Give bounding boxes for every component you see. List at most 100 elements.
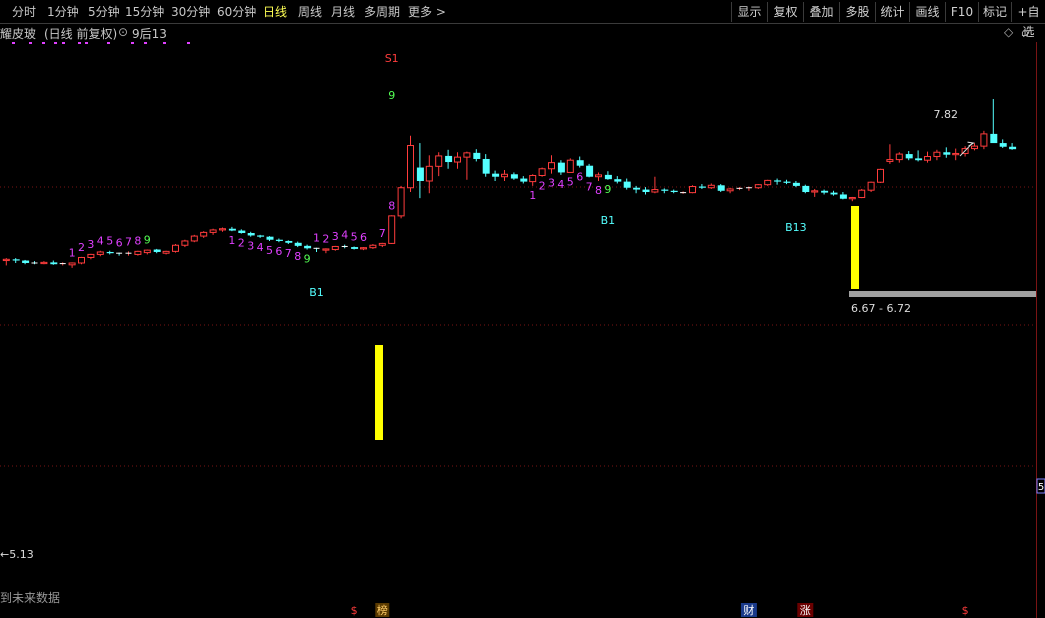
- toolbar-button-1[interactable]: 复权: [767, 2, 803, 22]
- tab-period-3[interactable]: 15分钟: [125, 4, 164, 20]
- indicator-name[interactable]: 9后13: [132, 25, 167, 42]
- candle-body-82: [774, 180, 782, 182]
- candle-body-86: [811, 190, 819, 193]
- tab-period-4[interactable]: 30分钟: [171, 4, 210, 20]
- top-dot-5: [78, 42, 81, 44]
- candle-body-59: [557, 162, 565, 173]
- candle-body-44: [416, 167, 424, 182]
- candle-body-62: [586, 165, 594, 177]
- toolbar-button-0[interactable]: 显示: [731, 2, 767, 22]
- top-dot-11: [187, 42, 190, 44]
- candle-body-85: [802, 185, 810, 193]
- candle-body-21: [200, 231, 208, 237]
- candle-body-60: [566, 159, 574, 173]
- candle-body-66: [623, 181, 631, 188]
- signal-marker-23: 5: [351, 230, 358, 243]
- candle-body-30: [285, 240, 293, 243]
- candle-body-38: [360, 247, 367, 250]
- signal-marker-4: 5: [106, 235, 113, 248]
- candle-body-42: [397, 187, 405, 217]
- price-low-label: ←5.13: [0, 548, 34, 561]
- candle-body-105: [990, 133, 998, 144]
- candle-body-19: [181, 240, 189, 246]
- candle-body-65: [614, 179, 622, 182]
- up-icon[interactable]: ⌂: [1021, 25, 1029, 39]
- zone-range-label: 6.67 - 6.72: [851, 302, 911, 315]
- signal-marker-10: 2: [238, 237, 245, 250]
- tab-period-5[interactable]: 60分钟: [217, 4, 256, 20]
- top-dot-4: [62, 42, 65, 44]
- candle-body-47: [445, 155, 453, 163]
- signal-marker-13: 5: [266, 244, 273, 257]
- signal-marker-38: B1: [601, 214, 616, 227]
- tab-period-6[interactable]: 日线: [263, 4, 287, 20]
- candle-body-35: [331, 245, 339, 251]
- candle-body-24: [228, 228, 236, 231]
- signal-marker-17: 9: [304, 253, 311, 266]
- signal-marker-5: 6: [116, 237, 123, 250]
- candle-body-22: [209, 229, 217, 233]
- toolbar-button-7[interactable]: 标记: [978, 2, 1011, 22]
- signal-marker-2: 3: [87, 238, 94, 251]
- candle-body-18: [172, 244, 179, 252]
- top-dot-9: [144, 42, 147, 44]
- toolbar-button-3[interactable]: 多股: [839, 2, 875, 22]
- candle-body-39: [369, 244, 377, 249]
- candle-body-95: [895, 153, 903, 161]
- candle-body-104: [980, 133, 988, 147]
- candle-body-46: [435, 155, 443, 167]
- toolbar-button-2[interactable]: 叠加: [803, 2, 839, 22]
- candle-body-55: [520, 178, 528, 182]
- candle-body-27: [257, 235, 265, 237]
- candle-body-40: [378, 242, 386, 246]
- candle-body-10: [96, 251, 104, 255]
- tab-period-8[interactable]: 月线: [331, 4, 355, 20]
- toolbar-button-4[interactable]: 统计: [875, 2, 909, 22]
- candle-body-96: [905, 154, 913, 159]
- signal-marker-26: 8: [388, 199, 395, 212]
- axis-price-label: 5: [1038, 482, 1044, 493]
- candle-body-76: [717, 185, 725, 191]
- candle-body-81: [764, 179, 772, 186]
- event-label-1: 榜: [377, 603, 388, 617]
- toolbar-button-8[interactable]: +自选: [1011, 2, 1045, 39]
- toolbar-button-6[interactable]: F10: [945, 2, 978, 22]
- toolbar-button-5[interactable]: 画线: [909, 2, 945, 22]
- signal-marker-32: 4: [557, 178, 564, 191]
- tab-period-0[interactable]: 分时: [12, 4, 36, 20]
- candle-body-91: [858, 189, 866, 199]
- candle-body-94: [886, 159, 894, 162]
- signal-marker-3: 4: [97, 235, 104, 248]
- candle-body-51: [482, 158, 490, 174]
- tab-period-10[interactable]: 更多 >: [408, 4, 446, 20]
- candle-body-1: [12, 259, 20, 261]
- indicator-dropdown-icon[interactable]: ⊙: [118, 25, 128, 39]
- kline-chart[interactable]: 56.67 - 6.721 2 3 4 5 6 7 8 9 1 2 3 4 5 6 7 8 9B11 2 3 4 5 6 78…: [0, 42, 1045, 618]
- future-data-label: 到未来数据: [0, 590, 60, 605]
- candle-body-4: [40, 261, 48, 265]
- tab-period-1[interactable]: 1分钟: [47, 4, 79, 20]
- candle-body-43: [407, 145, 414, 189]
- candle-body-16: [153, 249, 161, 252]
- signal-marker-1: 2: [78, 241, 85, 254]
- stock-name[interactable]: 耀皮玻: [0, 25, 36, 42]
- candle-body-75: [707, 184, 715, 189]
- top-dot-10: [163, 42, 166, 44]
- diamond-icon[interactable]: ◇: [1004, 25, 1013, 39]
- candle-body-106: [999, 143, 1007, 147]
- signal-marker-28: S1: [385, 52, 399, 65]
- candle-body-8: [78, 256, 85, 264]
- event-label-4: $: [962, 604, 969, 617]
- signal-marker-24: 6: [360, 231, 367, 244]
- signal-marker-19: 1: [313, 232, 320, 245]
- candle-body-64: [604, 174, 612, 180]
- event-label-3: 涨: [800, 604, 811, 617]
- candle-body-52: [492, 173, 500, 177]
- tab-period-9[interactable]: 多周期: [364, 4, 400, 20]
- zone-band: [849, 291, 1036, 297]
- candle-body-7: [68, 262, 76, 266]
- tab-period-2[interactable]: 5分钟: [88, 4, 120, 20]
- tab-period-7[interactable]: 周线: [298, 4, 322, 20]
- signal-marker-9: 1: [228, 234, 235, 247]
- candle-body-68: [642, 189, 650, 193]
